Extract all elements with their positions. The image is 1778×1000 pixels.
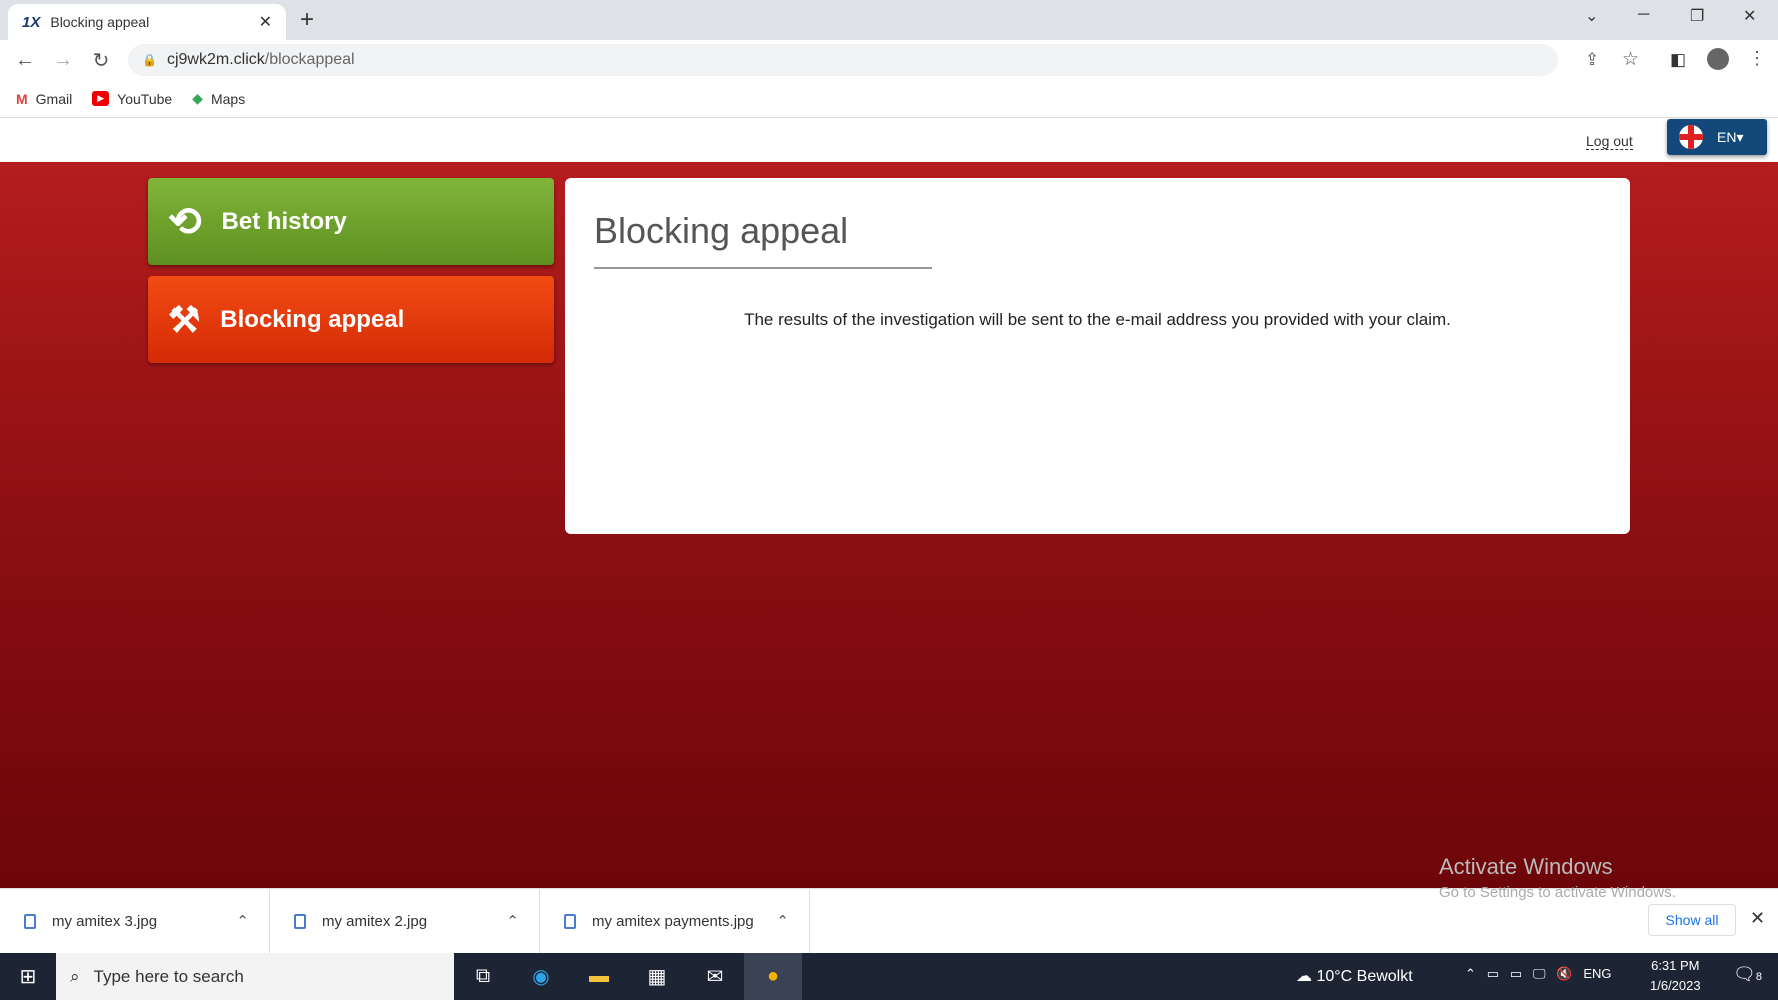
clock[interactable]: 6:31 PM 1/6/2023 [1650,956,1701,996]
task-view-icon[interactable]: ⧉ [454,965,512,988]
sidebar-item-blocking-appeal[interactable]: ⚒ Blocking appeal [148,276,554,363]
language-label: EN▾ [1717,128,1744,145]
mail-icon[interactable]: ✉ [686,964,744,989]
activate-windows-watermark: Activate Windows [1439,854,1613,879]
time: 6:31 PM [1651,958,1700,973]
back-icon[interactable]: ← [6,49,44,72]
restore-button[interactable]: ❐ [1690,6,1704,26]
history-icon: ⟲ [168,199,202,244]
address-bar[interactable]: 🔒 cj9wk2m.click/blockappeal [128,44,1558,76]
url-path: /blockappeal [264,51,355,68]
minimize-button[interactable]: ─ [1638,6,1649,24]
image-file-icon [24,913,36,929]
image-file-icon [564,913,576,929]
logout-link[interactable]: Log out [1586,133,1633,150]
bookmark-label: Maps [210,90,246,107]
reload-icon[interactable]: ↻ [82,48,120,73]
chevron-up-icon[interactable]: ⌃ [776,912,789,930]
bookmarks-bar: M Gmail ▶ YouTube ◆ Maps [0,80,1778,118]
sidebar-item-label: Blocking appeal [220,305,405,333]
title-divider [594,267,932,269]
chevron-up-icon[interactable]: ⌃ [236,912,249,930]
search-placeholder: Type here to search [93,966,244,986]
show-all-downloads-button[interactable]: Show all [1648,904,1736,936]
lock-icon: 🔒 [142,53,157,67]
download-item[interactable]: my amitex 2.jpg ⌃ [270,889,540,953]
windows-start-icon[interactable]: ⊞ [0,964,56,989]
bookmark-maps[interactable]: ◆ Maps [192,90,245,107]
date: 1/6/2023 [1650,978,1701,993]
image-file-icon [294,913,306,929]
download-item[interactable]: my amitex 3.jpg ⌃ [0,889,270,953]
gavel-icon: ⚒ [168,298,201,340]
site-favicon: 1X [22,13,41,31]
close-window-button[interactable]: ✕ [1743,6,1756,26]
maps-icon: ◆ [192,90,203,106]
youtube-icon: ▶ [92,91,110,106]
input-language: ENG [1583,966,1612,981]
close-downloads-icon[interactable]: ✕ [1750,908,1765,929]
chevron-up-icon[interactable]: ⌃ [506,912,519,930]
page-title: Blocking appeal [594,210,849,251]
england-flag-icon [1679,125,1703,149]
forward-icon[interactable]: → [44,49,82,72]
download-filename: my amitex 2.jpg [322,912,428,930]
search-icon: ⌕ [70,966,80,986]
bookmark-label: Gmail [35,90,73,107]
tab-title: Blocking appeal [50,14,150,30]
browser-tab[interactable]: 1X Blocking appeal ✕ [8,4,286,40]
edge-icon[interactable]: ◉ [512,964,570,989]
store-icon[interactable]: ▦ [628,964,686,989]
weather-text: 10°C Bewolkt [1316,968,1413,985]
menu-icon[interactable]: ⋮ [1748,48,1766,69]
info-message: The results of the investigation will be… [744,310,1451,329]
activate-windows-hint: Go to Settings to activate Windows. [1439,884,1676,901]
file-explorer-icon[interactable]: ▬ [570,965,628,988]
tab-search-icon[interactable]: ⌄ [1585,6,1598,26]
sidebar-item-label: Bet history [221,207,347,235]
url-domain: cj9wk2m.click [166,51,265,68]
new-tab-button[interactable]: + [300,6,314,34]
close-tab-icon[interactable]: ✕ [259,12,272,32]
bookmark-youtube[interactable]: ▶ YouTube [92,91,172,107]
language-selector[interactable]: EN▾ [1667,119,1767,155]
side-panel-icon[interactable]: ◧ [1670,50,1686,70]
system-tray[interactable]: ⌃ ▭ ▭ 🖵 🔇 ENG [1465,966,1612,982]
download-filename: my amitex payments.jpg [592,912,754,930]
taskbar-search[interactable]: ⌕ Type here to search [56,953,454,1000]
sidebar-item-bet-history[interactable]: ⟲ Bet history [148,178,554,265]
share-icon[interactable]: ⇪ [1585,50,1599,70]
bookmark-gmail[interactable]: M Gmail [16,91,72,107]
cloud-icon: ☁ [1296,968,1317,985]
notification-count: 8 [1755,971,1762,983]
download-filename: my amitex 3.jpg [52,912,158,930]
download-item[interactable]: my amitex payments.jpg ⌃ [540,889,810,953]
site-header [0,118,1778,162]
bookmark-label: YouTube [117,90,173,107]
bookmark-star-icon[interactable]: ☆ [1622,48,1639,71]
weather-widget[interactable]: ☁ 10°C Bewolkt [1296,966,1413,986]
gmail-icon: M [16,90,28,107]
profile-icon[interactable] [1707,48,1729,70]
chrome-icon[interactable]: ● [744,953,802,1000]
notifications-icon[interactable]: 🗨8 [1733,964,1762,985]
